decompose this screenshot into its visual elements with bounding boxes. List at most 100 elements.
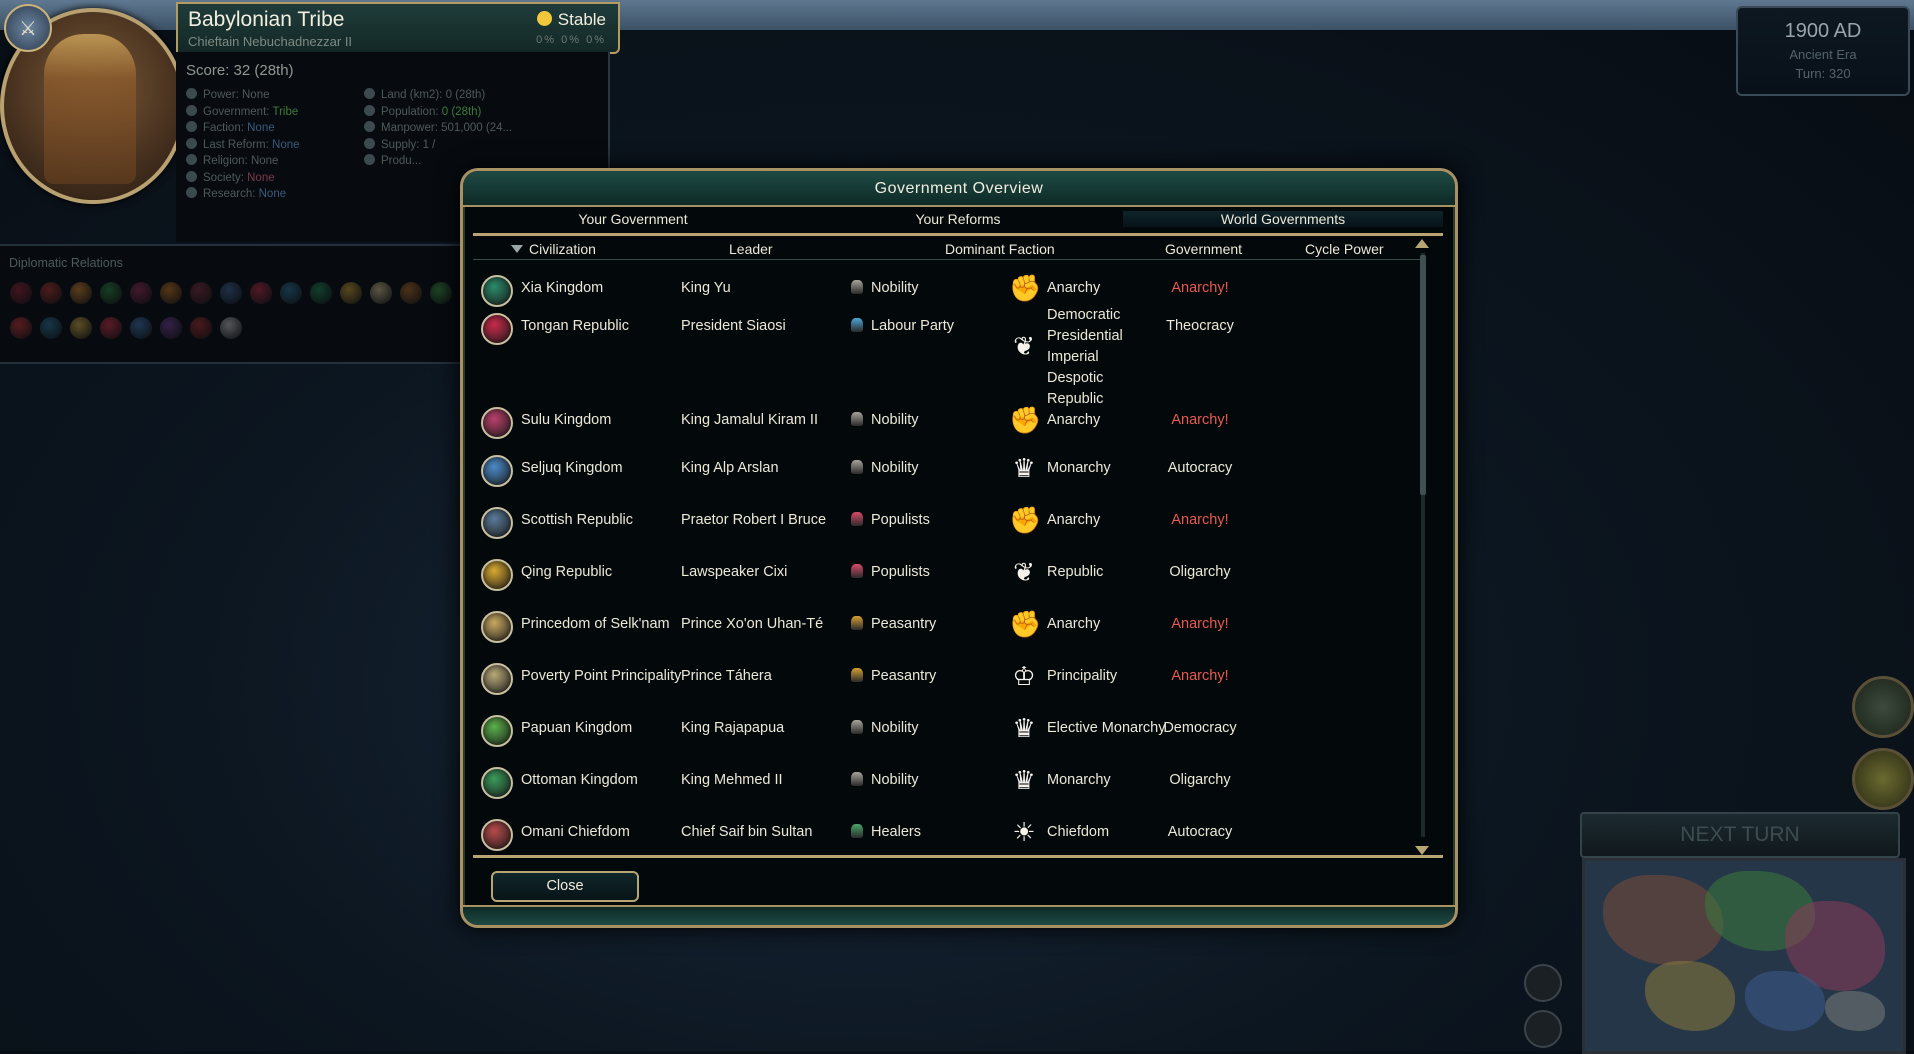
civ-relation-icon[interactable]: [400, 282, 422, 304]
column-header-cycle-power[interactable]: Cycle Power: [1305, 241, 1384, 257]
scroll-up-icon[interactable]: [1415, 239, 1429, 248]
civ-relation-icon[interactable]: [10, 317, 32, 339]
dialog-title: Government Overview: [874, 180, 1044, 197]
world-governments-table[interactable]: Xia Kingdom King Yu Nobility ✊ Anarchy Anarch…: [473, 261, 1421, 854]
leader-name: King Alp Arslan: [681, 460, 779, 476]
civ-name: Papuan Kingdom: [521, 720, 633, 736]
government-overview-dialog: Government Overview Your Government Your…: [460, 168, 1458, 928]
fist-icon: ✊: [1009, 405, 1042, 435]
column-header-civilization[interactable]: Civilization: [511, 241, 596, 257]
dominant-faction: Nobility: [851, 280, 919, 296]
civ-relation-icon[interactable]: [190, 317, 212, 339]
tab-your-reforms[interactable]: Your Reforms: [798, 211, 1118, 227]
scroll-down-icon[interactable]: [1415, 846, 1429, 855]
pct-2: 0%: [561, 34, 582, 46]
civ-relation-icon[interactable]: [280, 282, 302, 304]
civ-relation-icon[interactable]: [130, 282, 152, 304]
stability-percents: 0% 0% 0%: [536, 34, 606, 46]
flower-icon[interactable]: [1524, 1010, 1562, 1048]
cycle-power: Autocracy: [1167, 824, 1233, 840]
civ-relation-icon[interactable]: [190, 282, 212, 304]
noble-icon: [851, 280, 863, 294]
table-row[interactable]: Omani Chiefdom Chief Saif bin Sultan Heale…: [473, 817, 1421, 854]
table-row[interactable]: Princedom of Selk'nam Prince Xo'on Uhan-T…: [473, 609, 1421, 659]
civ-header: Babylonian Tribe Chieftain Nebuchadnezza…: [176, 2, 620, 54]
dominant-faction: Nobility: [851, 772, 919, 788]
crown-icon: ♛: [1012, 765, 1036, 795]
stat-value: Tribe: [272, 105, 299, 118]
civ-relation-icon[interactable]: [70, 317, 92, 339]
civ-relation-icon[interactable]: [310, 282, 332, 304]
close-button[interactable]: Close: [491, 871, 639, 902]
civ-emblem-icon[interactable]: ⚔: [4, 4, 52, 52]
government-name: Elective Monarchy: [1047, 720, 1166, 736]
table-row[interactable]: Seljuq Kingdom King Alp Arslan Nobility ♛ Mo…: [473, 453, 1421, 503]
next-turn-button[interactable]: NEXT TURN: [1580, 812, 1900, 858]
table-row[interactable]: Qing Republic Lawspeaker Cixi Populists ❦ Re…: [473, 557, 1421, 607]
civ-relation-icon[interactable]: [40, 282, 62, 304]
tab-your-government[interactable]: Your Government: [473, 211, 793, 227]
civ-relation-icon[interactable]: [40, 317, 62, 339]
faction-label: Nobility: [871, 280, 919, 296]
stat-value: None: [247, 122, 275, 134]
minimap[interactable]: [1582, 858, 1906, 1054]
column-header-faction[interactable]: Dominant Faction: [945, 241, 1055, 257]
stat-label: Population:: [381, 105, 439, 118]
table-row[interactable]: Poverty Point Principality Prince Táhera P…: [473, 661, 1421, 711]
faction-label: Peasantry: [871, 616, 937, 632]
civ-name: Poverty Point Principality: [521, 668, 682, 684]
civ-relation-icon[interactable]: [100, 317, 122, 339]
tech-button[interactable]: [1852, 748, 1914, 810]
government-name: Chiefdom: [1047, 824, 1110, 840]
stat-row: Research: None: [186, 187, 286, 200]
table-row[interactable]: Papuan Kingdom King Rajapapua Nobility ♛ Ele…: [473, 713, 1421, 763]
table-scrollbar[interactable]: [1415, 237, 1431, 855]
noble-icon: [851, 460, 863, 474]
leader-name: Chieftain Nebuchadnezzar II: [188, 34, 353, 49]
civ-relation-icon[interactable]: [100, 282, 122, 304]
civ-relation-icon[interactable]: [70, 282, 92, 304]
stat-icon: [186, 88, 197, 99]
leader-name: Lawspeaker Cixi: [681, 564, 788, 580]
table-row[interactable]: Ottoman Kingdom King Mehmed II Nobility ♛ Mo…: [473, 765, 1421, 815]
stat-value: 0 (28th): [441, 105, 482, 118]
advisor-button[interactable]: [1852, 676, 1914, 738]
faction-label: Peasantry: [871, 668, 937, 684]
column-header-leader[interactable]: Leader: [729, 241, 773, 257]
tab-world-governments[interactable]: World Governments: [1123, 211, 1443, 227]
stat-icon: [186, 104, 197, 116]
stat-row: Faction: None: [186, 121, 275, 134]
civ-relation-icon[interactable]: [430, 282, 452, 304]
civ-relation-icon[interactable]: [160, 317, 182, 339]
civ-relation-icon[interactable]: [220, 282, 242, 304]
civ-relation-icon[interactable]: [160, 282, 182, 304]
civ-relation-icon[interactable]: [220, 317, 242, 339]
cycle-power: Oligarchy: [1169, 564, 1231, 580]
sort-arrow-icon: [511, 245, 523, 253]
stat-row: Society: None: [186, 170, 275, 184]
tab-bar: Your Government Your Reforms World Gover…: [473, 207, 1443, 236]
laurel-icon: ❦: [1013, 331, 1035, 361]
fist-icon: ✊: [1009, 505, 1042, 535]
crown-icon: ♛: [1012, 453, 1036, 483]
civ-relation-icon[interactable]: [250, 282, 272, 304]
cycle-power: Anarchy!: [1171, 512, 1229, 528]
stat-value: 0 (28th): [445, 89, 486, 101]
civ-relation-icon[interactable]: [370, 282, 392, 304]
stat-value: None: [242, 89, 270, 101]
civ-relation-icon[interactable]: [130, 317, 152, 339]
scroll-thumb[interactable]: [1420, 255, 1426, 495]
table-row[interactable]: Scottish Republic Praetor Robert I Bruce P…: [473, 505, 1421, 555]
stability-indicator[interactable]: Stable: [536, 10, 606, 30]
civ-name: Princedom of Selk'nam: [521, 616, 670, 632]
scroll-icon[interactable]: [1524, 964, 1562, 1002]
stat-row: Population: 0 (28th): [364, 104, 482, 118]
stat-label: Religion:: [203, 155, 248, 167]
table-row[interactable]: Sulu Kingdom King Jamalul Kiram II Nobilit…: [473, 405, 1421, 455]
stat-icon: [186, 121, 197, 132]
civ-relation-icon[interactable]: [340, 282, 362, 304]
turn-counter: Turn: 320: [1795, 66, 1851, 81]
civ-relation-icon[interactable]: [10, 282, 32, 304]
column-header-government[interactable]: Government: [1165, 241, 1242, 257]
table-row[interactable]: Tongan Republic President Siaosi Labour Pa…: [473, 307, 1421, 407]
